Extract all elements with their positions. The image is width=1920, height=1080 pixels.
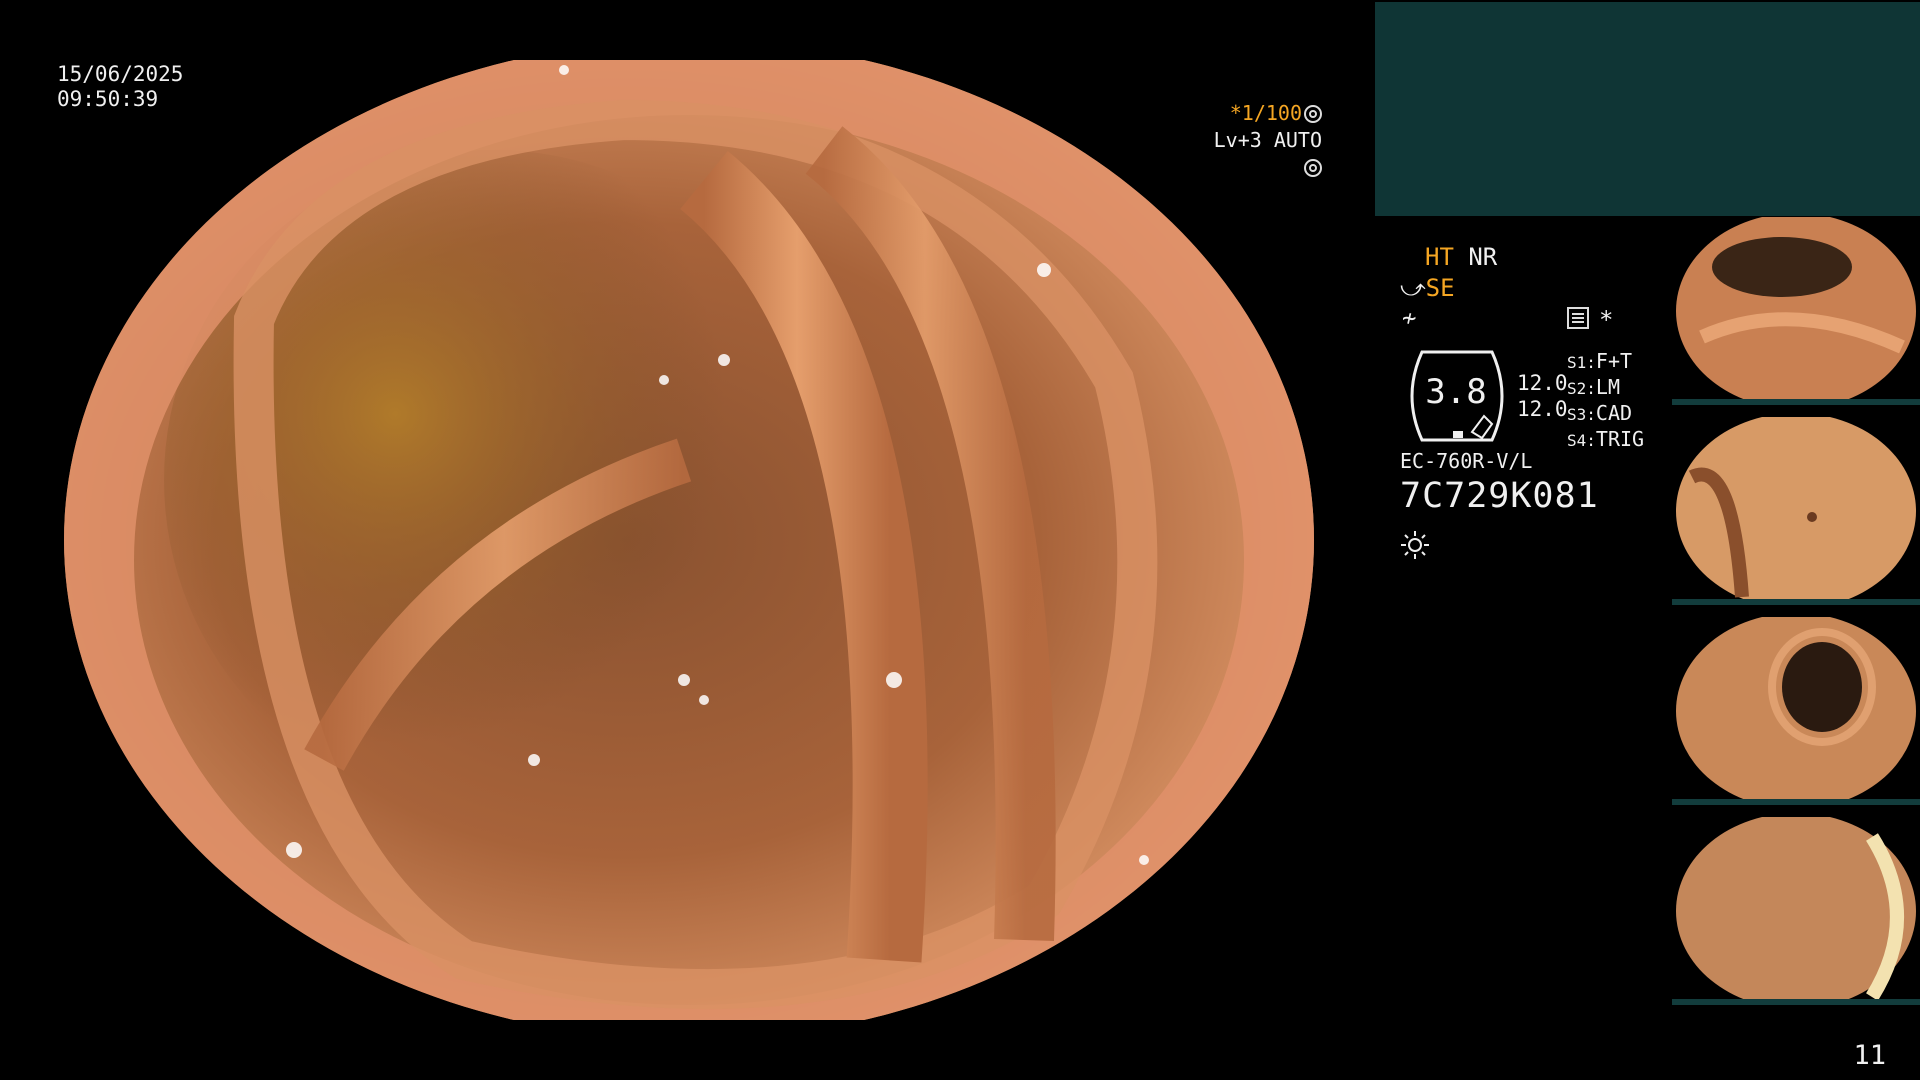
zoom-a: 12.0 [1517, 371, 1568, 395]
mode-row-1: HT NR [1425, 242, 1497, 272]
info-panel-header [1375, 2, 1920, 216]
hex-value: 3.8 [1425, 372, 1487, 412]
zoom-b: 12.0 [1517, 397, 1568, 421]
s-button-4: S4:TRIG [1567, 427, 1645, 451]
thumbnail-2[interactable] [1672, 417, 1920, 605]
s-button-list: S1:F+T S2:LM S3:CAD S4:TRIG [1567, 349, 1644, 453]
mode-row-2: ⤻SE [1400, 273, 1455, 303]
date-time: 15/06/2025 09:50:39 [57, 62, 183, 112]
endoscope-main-view [64, 60, 1314, 1020]
scope-model: EC-760R-V/L [1400, 449, 1533, 473]
sun-icon [1401, 531, 1429, 559]
asterisk-mark: * [1599, 306, 1614, 334]
date-text: 15/06/2025 [57, 62, 184, 86]
shutter-icon [1304, 105, 1322, 123]
page-number: 11 [1853, 1040, 1886, 1071]
s-button-2: S2:LM [1567, 375, 1620, 399]
level-text: Lv+3 AUTO [1213, 128, 1322, 152]
scope-serial: 7C729K081 [1400, 476, 1599, 516]
thumbnail-1[interactable] [1672, 217, 1920, 405]
s-button-3: S3:CAD [1567, 401, 1633, 425]
time-text: 09:50:39 [57, 87, 159, 111]
shutter-text: *1/100 [1229, 101, 1302, 125]
bend-icon: ≁ [1402, 304, 1417, 332]
scope-icon: ⤻ [1400, 274, 1426, 302]
s-button-1: S1:F+T [1567, 349, 1633, 373]
nr-label: NR [1468, 243, 1498, 271]
exposure-info: *1/100 Lv+3 AUTO [1196, 100, 1322, 181]
thumbnail-3[interactable] [1672, 617, 1920, 805]
light-icon [1304, 159, 1322, 177]
zoom-values: 12.0 12.0 [1517, 370, 1568, 422]
ht-label: HT [1425, 243, 1454, 271]
se-label: SE [1425, 274, 1455, 302]
record-icon [1567, 307, 1589, 329]
thumbnail-4[interactable] [1672, 817, 1920, 1005]
